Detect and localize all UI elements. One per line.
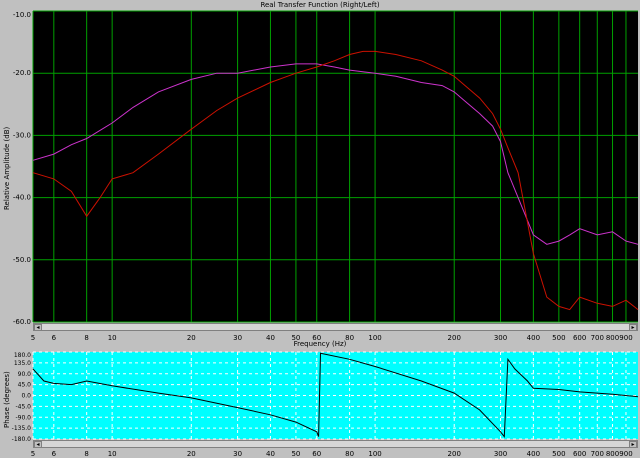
amplitude-y-tick-label: -20.0: [13, 69, 31, 77]
phase-x-tick-label: 8: [84, 450, 88, 458]
phase-y-tick-label: 90.0: [18, 371, 32, 378]
amplitude-y-ticks: -10.0 -20.0 -30.0 -40.0 -50.0 -60.0: [13, 11, 31, 326]
phase-x-tick-label: 80: [345, 450, 354, 458]
phase-x-tick-label: 60: [312, 450, 321, 458]
amplitude-scrollbar[interactable]: ◂ ▸: [33, 323, 638, 331]
scroll-right-icon[interactable]: ▸: [629, 441, 637, 448]
phase-y-tick-label: 45.0: [18, 382, 32, 389]
scroll-left-icon[interactable]: ◂: [34, 441, 42, 448]
amplitude-y-tick-label: -50.0: [13, 256, 31, 264]
phase-y-tick-label: -90.0: [15, 414, 31, 421]
amplitude-y-axis-label: Relative Amplitude (dB): [3, 126, 11, 210]
phase-x-tick-label: 20: [187, 450, 196, 458]
phase-x-tick-label: 30: [233, 450, 242, 458]
phase-y-ticks: 180.0135.0 90.0 45.0 0.0 -45.0 -90.0 -135.0 -18…: [12, 352, 32, 443]
phase-x-tick-label: 40: [266, 450, 275, 458]
phase-x-tick-label: 10: [108, 450, 117, 458]
phase-x-ticks: 5 6 8 10 20 30 40 50 60 80 100 200 300 400 500 600 700 80…: [31, 450, 633, 458]
amplitude-plot-area: [33, 11, 638, 322]
phase-scrollbar[interactable]: ◂ ▸: [33, 440, 638, 448]
amplitude-y-tick-label: -40.0: [13, 194, 31, 202]
x-axis-label: Frequency (Hz): [293, 340, 347, 348]
phase-x-tick-label: 800: [606, 450, 619, 458]
phase-y-tick-label: 0.0: [21, 393, 31, 400]
phase-x-tick-label: 200: [448, 450, 461, 458]
phase-x-tick-label: 400: [527, 450, 540, 458]
phase-y-tick-label: -180.0: [12, 436, 32, 443]
phase-y-tick-label: 180.0: [14, 352, 31, 359]
phase-x-tick-label: 5: [31, 450, 35, 458]
scroll-left-icon[interactable]: ◂: [34, 324, 42, 331]
phase-x-tick-label: 900: [619, 450, 632, 458]
chart-canvas: -10.0 -20.0 -30.0 -40.0 -50.0 -60.0 180.0135.…: [12, 10, 639, 458]
phase-x-tick-label: 600: [573, 450, 586, 458]
phase-y-tick-label: -45.0: [15, 403, 31, 410]
phase-y-tick-label: -135.0: [12, 425, 32, 432]
scroll-right-icon[interactable]: ▸: [629, 324, 637, 331]
phase-x-tick-label: 300: [494, 450, 507, 458]
phase-x-tick-label: 500: [552, 450, 565, 458]
amplitude-y-tick-label: -10.0: [13, 11, 31, 19]
phase-y-tick-label: 135.0: [14, 360, 31, 367]
phase-x-tick-label: 100: [368, 450, 381, 458]
amplitude-y-tick-label: -60.0: [13, 318, 31, 326]
phase-x-tick-label: 700: [591, 450, 604, 458]
phase-x-tick-label: 6: [52, 450, 57, 458]
phase-x-tick-label: 50: [291, 450, 300, 458]
phase-y-axis-label: Phase (degrees): [3, 371, 11, 428]
amplitude-y-tick-label: -30.0: [13, 131, 31, 139]
